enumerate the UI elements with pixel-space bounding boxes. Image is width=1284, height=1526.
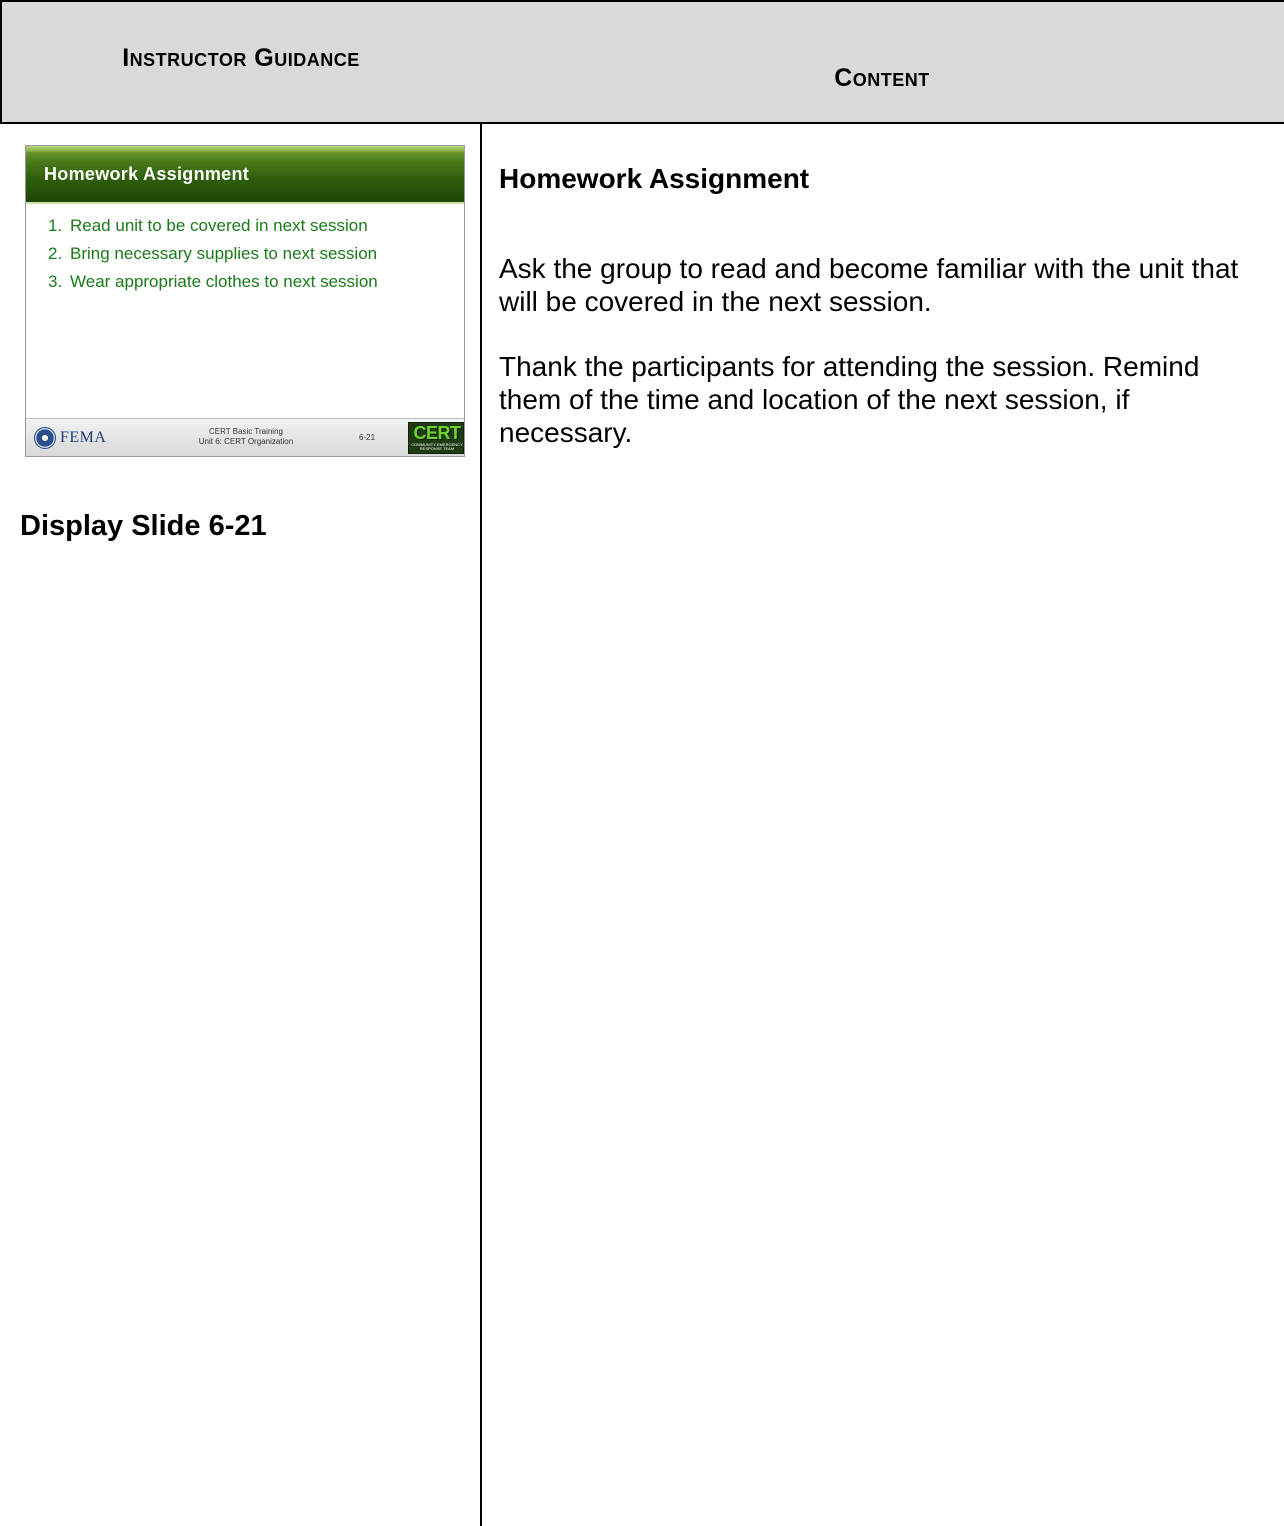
slide-footer: FEMA CERT Basic Training Unit 6: CERT Or… bbox=[26, 418, 464, 456]
instructor-guidance-header: Instructor Guidance bbox=[0, 0, 482, 124]
cert-logo-subtext: COMMUNITY EMERGENCY RESPONSE TEAM bbox=[411, 442, 463, 451]
instructor-guidance-title: Instructor Guidance bbox=[122, 43, 360, 72]
slide-thumbnail: Homework Assignment 1. Read unit to be co… bbox=[25, 145, 465, 457]
slide-item-list: 1. Read unit to be covered in next sessio… bbox=[48, 212, 378, 296]
content-paragraph-2: Thank the participants for attending the… bbox=[499, 351, 1200, 448]
content-heading: Homework Assignment bbox=[499, 163, 810, 194]
slide-list-item: 1. Read unit to be covered in next sessio… bbox=[48, 216, 368, 235]
course-line-1: CERT Basic Training bbox=[209, 427, 283, 436]
slide-title-bar: Homework Assignment bbox=[26, 146, 464, 204]
content-title: Content bbox=[834, 63, 930, 92]
fema-label: FEMA bbox=[60, 429, 107, 446]
column-divider bbox=[480, 124, 482, 1526]
slide-list-item: 3. Wear appropriate clothes to next sessi… bbox=[48, 272, 378, 291]
dhs-seal-icon bbox=[34, 427, 56, 449]
slide-course-info: CERT Basic Training Unit 6: CERT Organiz… bbox=[176, 427, 316, 447]
slide-title: Homework Assignment bbox=[44, 164, 250, 184]
slide-list-item: 2. Bring necessary supplies to next sessi… bbox=[48, 244, 378, 263]
cert-logo-icon: CERT COMMUNITY EMERGENCY RESPONSE TEAM bbox=[408, 422, 464, 454]
content-header: Content bbox=[480, 0, 1284, 124]
course-line-2: Unit 6: CERT Organization bbox=[198, 437, 294, 446]
cert-logo-text: CERT bbox=[413, 423, 462, 443]
content-paragraph-1: Ask the group to read and become familia… bbox=[499, 253, 1239, 317]
display-slide-caption: Display Slide 6-21 bbox=[20, 510, 267, 542]
slide-number: 6-21 bbox=[359, 433, 376, 442]
